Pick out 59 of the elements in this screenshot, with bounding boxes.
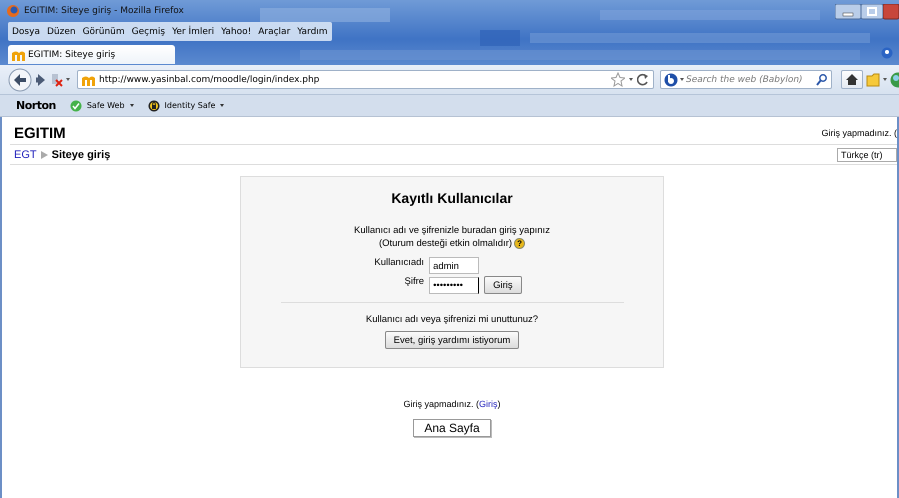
toolbar-menu[interactable]: Safe Web (70, 100, 134, 112)
menu-item[interactable]: Geçmiş (132, 26, 166, 36)
menu-item[interactable]: Yahoo! (221, 26, 252, 36)
note-text: (Oturum desteği etkin olmalıdır) (378, 237, 512, 250)
search-field[interactable]: Search the web (Babylon) (660, 70, 832, 89)
home-icon (846, 74, 858, 85)
check-icon (70, 100, 82, 112)
dropdown-arrow-icon[interactable] (883, 78, 887, 81)
moodle-logo-icon (82, 74, 95, 86)
window-title: EGITIM: Siteye giriş - Mozilla Firefox (24, 6, 184, 16)
site-title: EGITIM (14, 124, 66, 142)
dropdown-arrow-icon (220, 104, 224, 107)
login-status: Giriş yapmadınız. ( (821, 128, 897, 138)
password-help-button[interactable]: Evet, giriş yardımı istiyorum (384, 331, 520, 349)
dropdown-arrow-icon (130, 104, 134, 107)
login-status: Giriş yapmadınız. (Giriş) (403, 399, 501, 409)
folder-icon[interactable] (866, 72, 880, 87)
home-page-button[interactable]: Ana Sayfa (413, 419, 491, 437)
password-field[interactable]: ••••••••• (429, 276, 480, 294)
restore-button[interactable] (861, 4, 883, 20)
login-link[interactable]: Giriş (479, 399, 498, 409)
menu-item[interactable]: Yardım (297, 26, 328, 36)
menu-item[interactable]: Yer İmleri (172, 26, 214, 36)
field-label: Kullanıcıadı (374, 257, 424, 268)
back-button[interactable] (8, 68, 32, 92)
forgot-question: Kullanıcı adı veya şifrenizi mi unuttunuz? (366, 313, 538, 326)
babylon-logo-icon[interactable] (664, 72, 678, 86)
dropdown-arrow-icon[interactable] (629, 78, 633, 81)
moodle-logo-icon (12, 48, 25, 60)
reload-icon[interactable] (637, 73, 649, 86)
forward-button[interactable] (35, 72, 46, 88)
menu-item[interactable]: Araçlar (258, 26, 290, 36)
norton-menu[interactable]: Norton (16, 99, 56, 112)
close-button[interactable] (883, 4, 899, 20)
home-button[interactable] (841, 70, 863, 89)
stop-icon[interactable] (49, 72, 63, 88)
menu-item[interactable]: Düzen (46, 26, 76, 36)
minimize-button[interactable] (835, 4, 861, 20)
breadcrumb-link[interactable]: EGT (14, 148, 37, 160)
help-icon[interactable]: ? (514, 238, 526, 249)
dropdown-arrow-icon[interactable] (680, 78, 684, 81)
browser-tab[interactable]: EGITIM: Siteye giriş (8, 45, 175, 64)
menu-item[interactable]: Görünüm (82, 26, 125, 36)
instruction-text: Kullanıcı adı ve şifrenizle buradan giriş yapınız (354, 224, 550, 237)
username-field[interactable]: admin (429, 257, 480, 274)
login-button[interactable]: Giriş (484, 276, 522, 294)
star-icon[interactable] (611, 72, 625, 87)
field-label: Şifre (404, 276, 424, 287)
toolbar-menu[interactable]: Identity Safe (148, 100, 224, 112)
search-icon[interactable] (816, 74, 827, 86)
dropdown-arrow-icon[interactable] (66, 78, 70, 81)
panel-title: Kayıtlı Kullanıcılar (391, 190, 513, 206)
menu-item[interactable]: Dosya (12, 26, 40, 36)
language-select[interactable]: Türkçe (tr) (837, 148, 897, 162)
breadcrumb-current: Siteye giriş (52, 148, 110, 160)
lock-icon (148, 100, 160, 112)
firefox-logo-icon (6, 4, 20, 18)
breadcrumb-arrow-icon (40, 150, 48, 158)
address-bar[interactable]: http://www.yasinbal.com/moodle/login/index.php (77, 70, 654, 89)
